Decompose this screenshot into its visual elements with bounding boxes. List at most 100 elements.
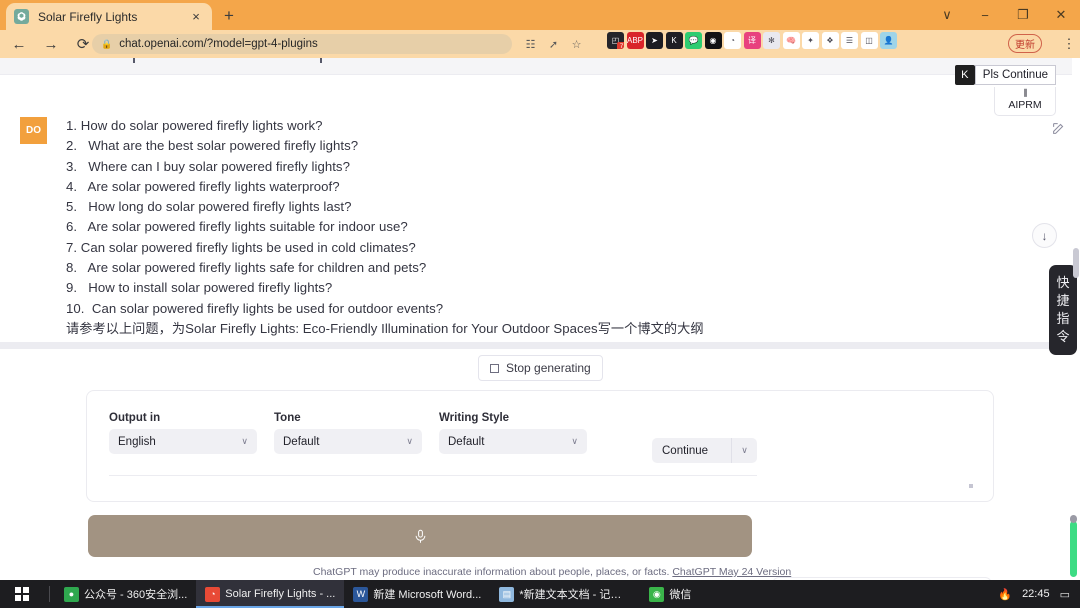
tab-manager-extension[interactable]: ◰ 7 <box>607 32 624 49</box>
version-link[interactable]: ChatGPT May 24 Version <box>672 566 791 578</box>
scroll-to-bottom-button[interactable]: ↓ <box>1032 223 1057 248</box>
address-bar[interactable]: 🔒 chat.openai.com/?model=gpt-4-plugins <box>92 34 512 54</box>
taskbar-item-icon: W <box>353 586 369 602</box>
tab-close-icon[interactable]: × <box>188 9 204 25</box>
system-tray: 🔥 22:45 ▭ <box>998 580 1080 608</box>
message-line: 6. Are solar powered firefly lights suit… <box>66 219 408 235</box>
stop-generating-button[interactable]: Stop generating <box>478 355 603 381</box>
dark-globe-extension[interactable]: ◉ <box>704 32 722 49</box>
aiprm-card[interactable]: ⫼ AIPRM <box>994 87 1056 116</box>
notification-center-icon[interactable]: ▭ <box>1060 588 1070 601</box>
browser-toolbar: ← → ⟳ 🔒 chat.openai.com/?model=gpt-4-plu… <box>0 30 1080 58</box>
control-field-value: Default <box>283 435 320 448</box>
taskbar-item[interactable]: ▤ *新建文本文档 - 记事本 <box>490 580 640 608</box>
control-field-select[interactable]: Default ∨ <box>274 429 422 454</box>
browser-menu-icon[interactable]: ⋮ <box>1062 34 1076 54</box>
taskbar-item-icon: ▤ <box>499 586 515 602</box>
content-divider <box>0 342 1072 349</box>
aiprm-field-row: Output in English ∨ Tone Default ∨ Writing Sty… <box>109 412 587 454</box>
browser-tab-title: Solar Firefly Lights <box>38 9 138 24</box>
taskbar-item-label: 公众号 - 360安全浏... <box>84 589 188 601</box>
browser-window: Solar Firefly Lights × + ∨ − ❐ ✕ ← → ⟳ 🔒… <box>0 0 1080 608</box>
control-field-label: Output in <box>109 412 161 424</box>
control-field-select[interactable]: Default ∨ <box>439 429 587 454</box>
reading-list-icon[interactable]: ☰ <box>841 32 858 49</box>
message-line: 10. Can solar powered firefly lights be … <box>66 300 444 316</box>
aiprm-logo-icon: ⫼ <box>1023 88 1027 98</box>
taskbar-item[interactable]: W 新建 Microsoft Word... <box>344 580 490 608</box>
window-close-button[interactable]: ✕ <box>1042 0 1080 30</box>
windows-taskbar: ● 公众号 - 360安全浏... ◔ Solar Firefly Lights - … <box>0 580 1080 608</box>
sparkle-extension[interactable]: ✦ <box>802 32 819 49</box>
taskbar-clock[interactable]: 22:45 <box>1022 588 1050 600</box>
side-panel-icon[interactable]: ◫ <box>860 32 878 49</box>
disclaimer-footnote: ChatGPT may produce inaccurate informati… <box>313 566 791 578</box>
adblock-plus-extension[interactable]: ABP <box>626 32 644 49</box>
tab-search-chevron-icon[interactable]: ∨ <box>928 0 966 30</box>
opera-ring-extension[interactable]: ◔ <box>724 32 741 49</box>
browser-tab-solar-firefly-lights[interactable]: Solar Firefly Lights × <box>6 3 212 30</box>
user-message-body: 1. How do solar powered firefly lights w… <box>66 116 966 339</box>
message-line: 4. Are solar powered firefly lights wate… <box>66 178 340 194</box>
voice-input-bar[interactable] <box>88 515 752 557</box>
openai-logo-icon <box>14 9 29 24</box>
extension-scrollbar[interactable] <box>1070 515 1077 577</box>
page-scrollbar[interactable] <box>1072 58 1080 580</box>
window-controls: ∨ − ❐ ✕ <box>928 0 1080 30</box>
resize-handle[interactable] <box>969 484 973 488</box>
share-icon[interactable]: ➚ <box>543 34 564 54</box>
continue-group: Continue ∨ <box>652 438 757 463</box>
chevron-down-icon: ∨ <box>571 436 578 446</box>
window-maximize-button[interactable]: ❐ <box>1004 0 1042 30</box>
taskbar-item-label: 微信 <box>669 589 692 601</box>
continue-dropdown[interactable]: Continue ∨ <box>652 438 757 463</box>
openai-extension[interactable]: ✻ <box>763 32 780 49</box>
scrolled-off-content-band <box>0 58 1072 75</box>
forward-icon[interactable]: → <box>38 32 64 56</box>
profile-avatar-icon[interactable]: 👤 <box>880 32 897 49</box>
message-line: 5. How long do solar powered firefly lig… <box>66 199 352 215</box>
bookmark-star-icon[interactable]: ☆ <box>566 34 587 54</box>
lock-icon: 🔒 <box>101 38 113 49</box>
panel-divider <box>109 475 757 476</box>
windows-start-icon[interactable] <box>0 580 44 608</box>
side-tab-char: 指 <box>1056 311 1070 326</box>
pls-continue-button[interactable]: Pls Continue <box>974 65 1056 85</box>
chat-bubble-extension[interactable]: 💬 <box>685 32 702 49</box>
k-badge-icon: K <box>954 65 975 85</box>
taskbar-item-label: Solar Firefly Lights - ... <box>225 588 336 600</box>
control-field: Tone Default ∨ <box>274 412 422 454</box>
taskbar-item-label: *新建文本文档 - 记事本 <box>519 589 632 601</box>
back-icon[interactable]: ← <box>6 32 32 56</box>
taskbar-item[interactable]: ● 公众号 - 360安全浏... <box>55 580 196 608</box>
stop-square-icon <box>490 363 499 373</box>
stop-generating-label: Stop generating <box>506 361 591 375</box>
control-field-value: Default <box>448 435 485 448</box>
taskbar-item[interactable]: ◉ 微信 <box>640 580 700 608</box>
control-field: Output in English ∨ <box>109 412 257 454</box>
translate-pink-extension[interactable]: 译 <box>743 32 761 49</box>
aiprm-brain-extension[interactable]: 🧠 <box>782 32 800 49</box>
puzzle-extensions-icon[interactable]: ❖ <box>821 32 839 49</box>
control-field-select[interactable]: English ∨ <box>109 429 257 454</box>
green-arrow-extension[interactable]: ➤ <box>646 32 663 49</box>
extension-badge: 7 <box>617 42 624 49</box>
partial-text-fragment <box>320 58 322 63</box>
update-button[interactable]: 更新 <box>1008 34 1042 53</box>
pls-continue-row: K Pls Continue <box>954 65 1056 85</box>
microphone-icon <box>415 529 425 543</box>
translate-icon[interactable]: ☷ <box>520 34 541 54</box>
window-minimize-button[interactable]: − <box>966 0 1004 30</box>
page-viewport: K Pls Continue ⫼ AIPRM DO 1. How do sola… <box>0 58 1080 580</box>
new-tab-button[interactable]: + <box>219 6 239 26</box>
taskbar-item[interactable]: ◔ Solar Firefly Lights - ... <box>196 580 345 608</box>
kaspersky-extension[interactable]: K <box>665 32 683 49</box>
taskbar-item-label: 新建 Microsoft Word... <box>373 589 482 601</box>
aiprm-control-panel: Output in English ∨ Tone Default ∨ Writing Sty… <box>86 390 994 502</box>
message-line: 8. Are solar powered firefly lights safe… <box>66 260 427 276</box>
scrollbar-thumb[interactable] <box>1073 248 1079 278</box>
continue-chevron-icon[interactable]: ∨ <box>731 438 757 463</box>
tray-app-icon[interactable]: 🔥 <box>998 588 1012 601</box>
edit-message-icon[interactable] <box>1051 121 1066 136</box>
partial-text-fragment <box>133 58 135 63</box>
